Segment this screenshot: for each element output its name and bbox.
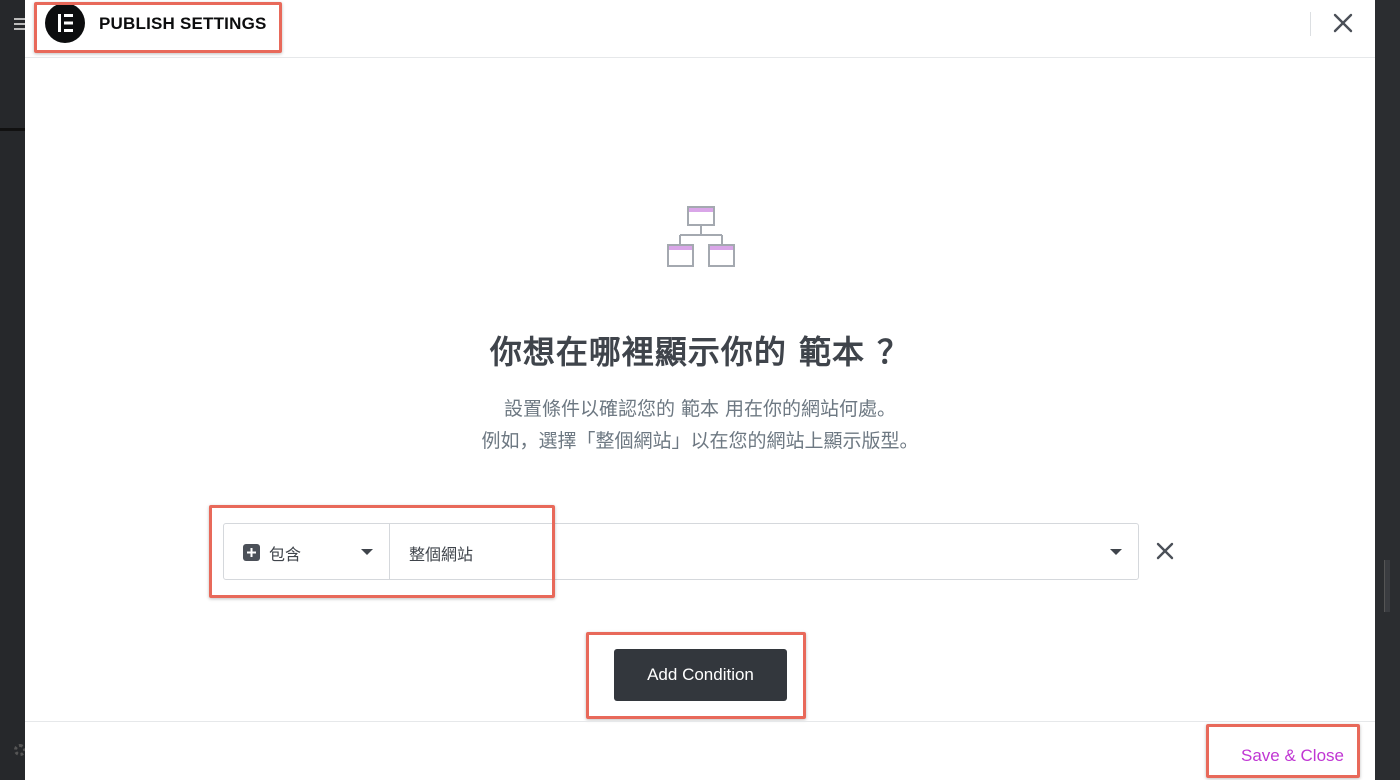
condition-scope-label: 整個網站 — [409, 545, 474, 564]
background-divider — [0, 128, 25, 131]
close-modal-button[interactable] — [1330, 10, 1356, 36]
chevron-down-icon — [361, 549, 373, 555]
add-condition-button[interactable]: Add Condition — [614, 649, 787, 701]
description: 設置條件以確認您的 範本 用在你的網站何處。 例如，選擇「整個網站」以在您的網站… — [25, 393, 1375, 457]
background-panel-handle — [1384, 560, 1390, 612]
close-icon — [1333, 13, 1353, 33]
description-line-1: 設置條件以確認您的 範本 用在你的網站何處。 — [503, 398, 897, 420]
chevron-down-icon — [1110, 549, 1122, 555]
modal-header: PUBLISH SETTINGS — [25, 0, 1375, 58]
publish-settings-modal: PUBLISH SETTINGS 你想在哪裡顯示你的 範本 ？ 設置條件以確認您… — [25, 0, 1375, 780]
condition-type-label: 包含 — [269, 545, 302, 564]
modal-title: PUBLISH SETTINGS — [99, 14, 267, 33]
condition-scope-select[interactable]: 整個網站 — [390, 524, 1138, 579]
background-editor-right — [1375, 0, 1400, 780]
footer-divider — [25, 721, 1375, 722]
save-close-button[interactable]: Save & Close — [1241, 746, 1344, 766]
condition-type-select[interactable]: 包含 — [224, 524, 390, 579]
elementor-logo-icon — [45, 3, 85, 43]
page-title: 你想在哪裡顯示你的 範本 ？ — [489, 333, 911, 371]
header-divider — [1310, 12, 1311, 36]
sitemap-icon — [666, 205, 736, 269]
description-line-2: 例如，選擇「整個網站」以在您的網站上顯示版型。 — [481, 430, 919, 452]
plus-icon — [243, 544, 260, 561]
remove-condition-button[interactable] — [1154, 540, 1176, 562]
background-editor-left — [0, 0, 26, 780]
close-icon — [1156, 542, 1174, 560]
condition-row: 包含 整個網站 — [223, 523, 1139, 580]
